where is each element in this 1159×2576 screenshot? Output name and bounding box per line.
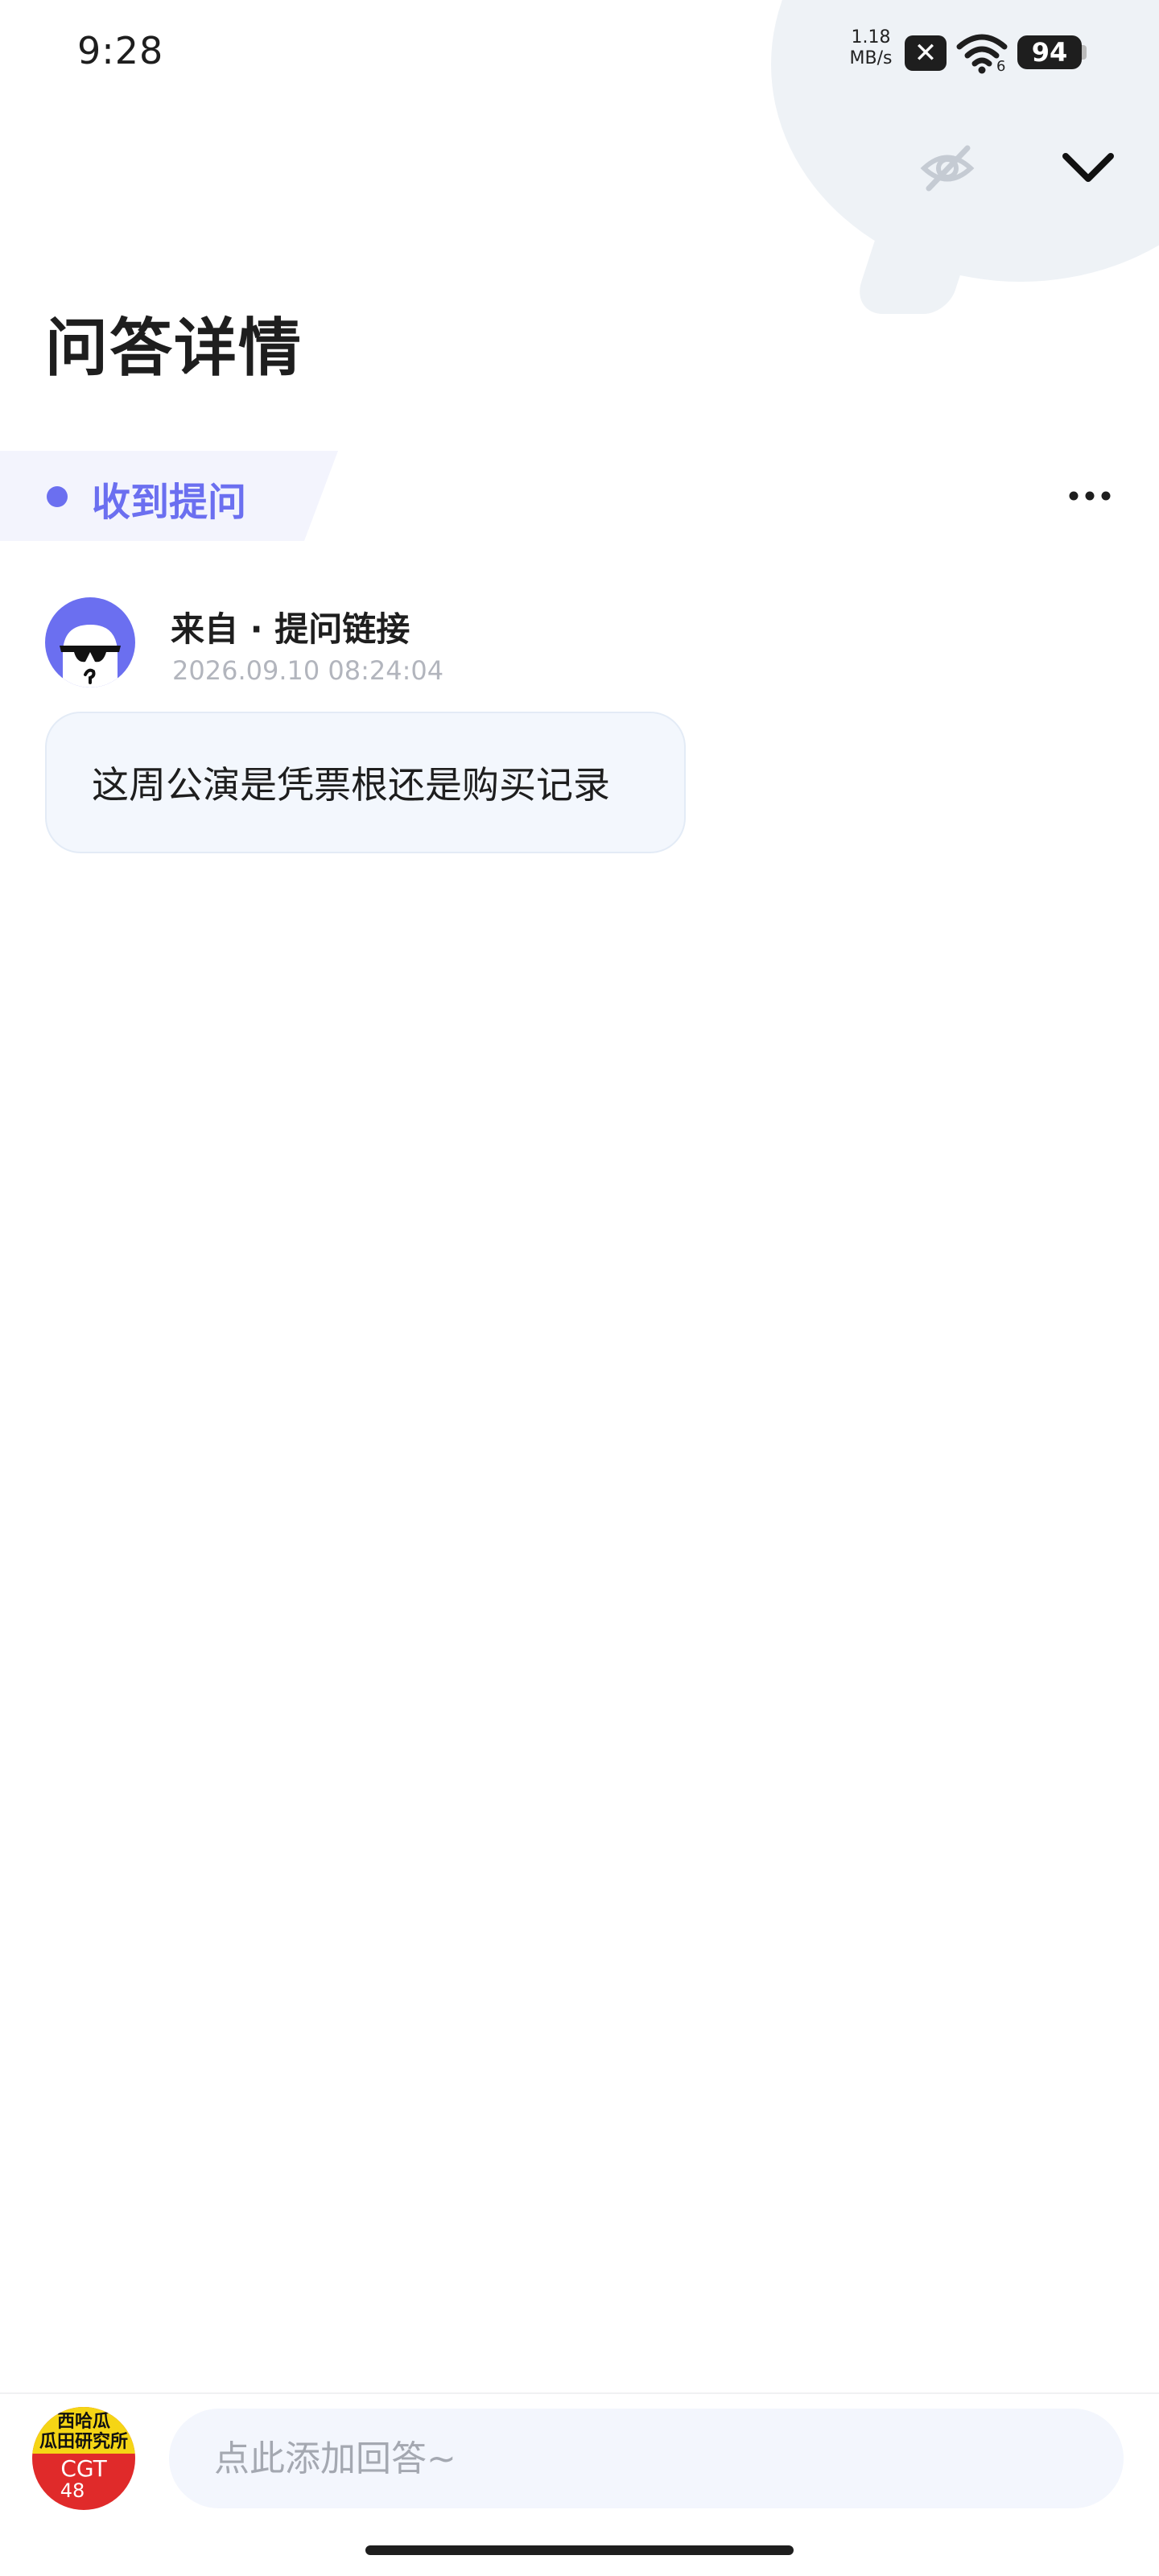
anonymous-face-icon [60, 625, 121, 687]
home-indicator[interactable] [365, 2545, 794, 2555]
battery-tip [1082, 45, 1087, 60]
status-time: 9:28 [77, 29, 164, 72]
battery-icon: 94 [1017, 35, 1082, 69]
page: 9:28 1.18 MB/s ✕ 6 94 问答详情 收到提问 来自 · 提问链… [0, 0, 1159, 2576]
question-timestamp: 2026.09.10 08:24:04 [172, 655, 444, 686]
network-speed: 1.18 MB/s [847, 27, 895, 69]
avatar-logo-text: 瓜田研究所 [39, 2432, 128, 2452]
avatar-logo-band: 西哈瓜 瓜田研究所 [32, 2407, 135, 2454]
bottom-divider [0, 2392, 1159, 2394]
question-text: 这周公演是凭票根还是购买记录 [92, 763, 610, 807]
section-label: 收到提问 [92, 480, 247, 525]
answer-input[interactable] [169, 2409, 1124, 2508]
network-speed-unit: MB/s [849, 48, 893, 68]
section-dot [47, 486, 68, 507]
avatar-logo-text: 48 [60, 2479, 85, 2502]
no-sim-icon: ✕ [905, 35, 947, 71]
chevron-down-icon[interactable] [1059, 145, 1117, 190]
wifi-standard-badge: 6 [996, 58, 1006, 75]
question-bubble[interactable]: 这周公演是凭票根还是购买记录 [45, 712, 686, 853]
user-avatar[interactable]: 西哈瓜 瓜田研究所 CGT 48 [32, 2407, 135, 2510]
avatar-logo-text: CGT [60, 2455, 107, 2482]
question-source: 来自 · 提问链接 [171, 609, 410, 649]
network-speed-value: 1.18 [851, 27, 891, 47]
eye-off-icon[interactable] [918, 138, 977, 198]
avatar-logo-text: 西哈瓜 [56, 2412, 110, 2432]
asker-avatar[interactable] [45, 597, 135, 687]
page-title: 问答详情 [45, 312, 303, 385]
more-horizontal-icon[interactable] [1066, 480, 1114, 512]
